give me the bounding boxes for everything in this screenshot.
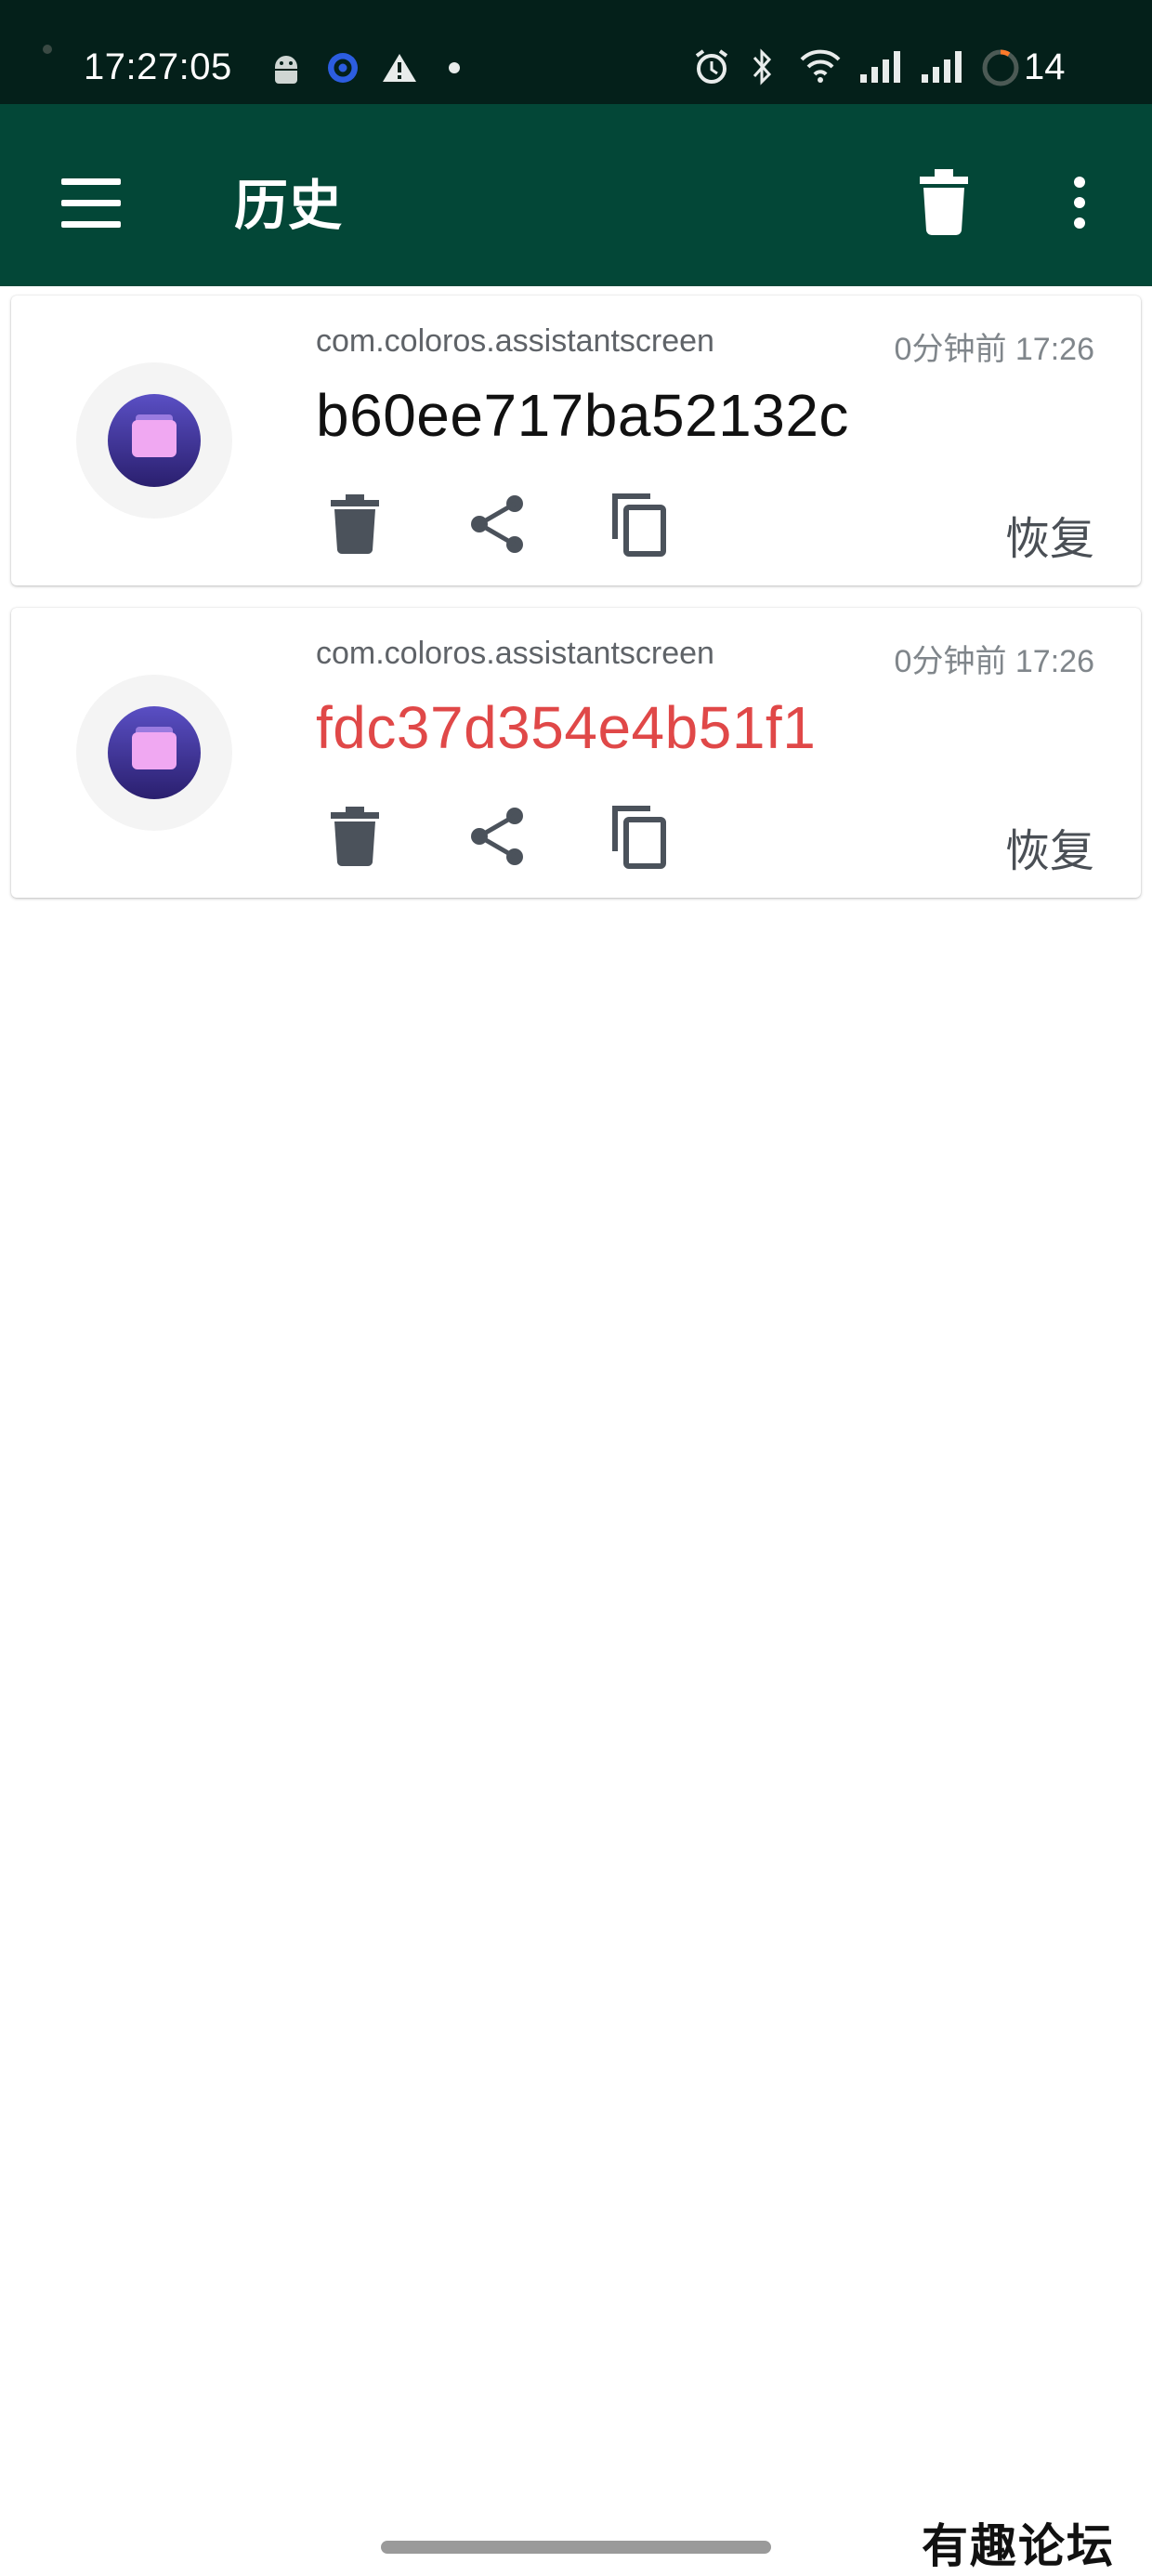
timestamp: 0分钟前 17:26 bbox=[894, 644, 1094, 679]
app-icon bbox=[76, 675, 232, 831]
copy-icon[interactable] bbox=[606, 803, 673, 870]
signal-sim1-icon bbox=[860, 51, 900, 83]
delete-icon[interactable] bbox=[321, 803, 388, 870]
more-options-icon[interactable] bbox=[1055, 160, 1104, 243]
gesture-nav-handle[interactable] bbox=[381, 2541, 771, 2554]
delete-icon[interactable] bbox=[321, 491, 388, 558]
package-name: com.coloros.assistantscreen bbox=[316, 323, 714, 359]
menu-icon[interactable] bbox=[50, 162, 134, 245]
package-name: com.coloros.assistantscreen bbox=[316, 636, 714, 671]
status-time: 17:27:05 bbox=[84, 46, 232, 87]
status-bar: 17:27:05 14 bbox=[0, 0, 1152, 104]
android-debug-icon bbox=[275, 56, 297, 84]
clear-history-trash-icon[interactable] bbox=[907, 160, 981, 243]
app-notification-icon bbox=[328, 53, 358, 83]
camera-cutout bbox=[43, 45, 52, 54]
battery-level: 14 bbox=[1024, 46, 1066, 87]
app-icon bbox=[76, 362, 232, 519]
page-title: 历史 bbox=[234, 176, 343, 236]
wifi-icon bbox=[800, 49, 841, 83]
share-icon[interactable] bbox=[465, 491, 531, 558]
more-notifications-dot-icon bbox=[449, 62, 460, 73]
copy-icon[interactable] bbox=[606, 491, 673, 558]
alarm-icon bbox=[695, 49, 728, 84]
history-card[interactable]: com.coloros.assistantscreen 0分钟前 17:26 b… bbox=[11, 296, 1141, 585]
watermark: 有趣论坛 bbox=[922, 2518, 1115, 2573]
assistant-screen-app-icon bbox=[108, 706, 201, 799]
timestamp: 0分钟前 17:26 bbox=[894, 332, 1094, 367]
assistant-screen-app-icon bbox=[108, 394, 201, 487]
battery-ring-icon bbox=[982, 49, 1019, 86]
history-card[interactable]: com.coloros.assistantscreen 0分钟前 17:26 f… bbox=[11, 608, 1141, 898]
code-value: fdc37d354e4b51f1 bbox=[316, 694, 817, 761]
signal-sim2-icon bbox=[922, 51, 962, 83]
warning-icon bbox=[383, 54, 416, 82]
app-bar: 历史 bbox=[0, 104, 1152, 286]
restore-button[interactable]: 恢复 bbox=[1005, 502, 1094, 567]
restore-button[interactable]: 恢复 bbox=[1005, 814, 1094, 879]
bluetooth-icon bbox=[753, 48, 772, 85]
code-value: b60ee717ba52132c bbox=[316, 382, 849, 449]
share-icon[interactable] bbox=[465, 803, 531, 870]
